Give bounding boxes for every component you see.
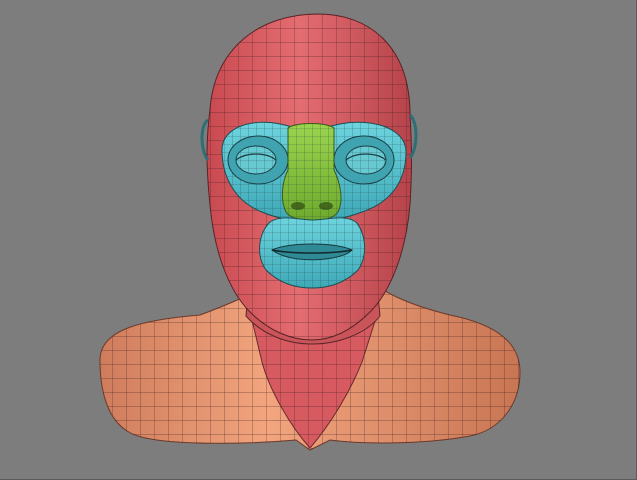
nose-polygroup[interactable] (281, 123, 342, 222)
head-bust-model[interactable] (0, 0, 637, 480)
left-eye[interactable] (227, 135, 289, 185)
3d-viewport[interactable] (0, 0, 637, 480)
right-eye[interactable] (333, 135, 395, 185)
mouth-region-polygroup[interactable] (259, 217, 365, 289)
